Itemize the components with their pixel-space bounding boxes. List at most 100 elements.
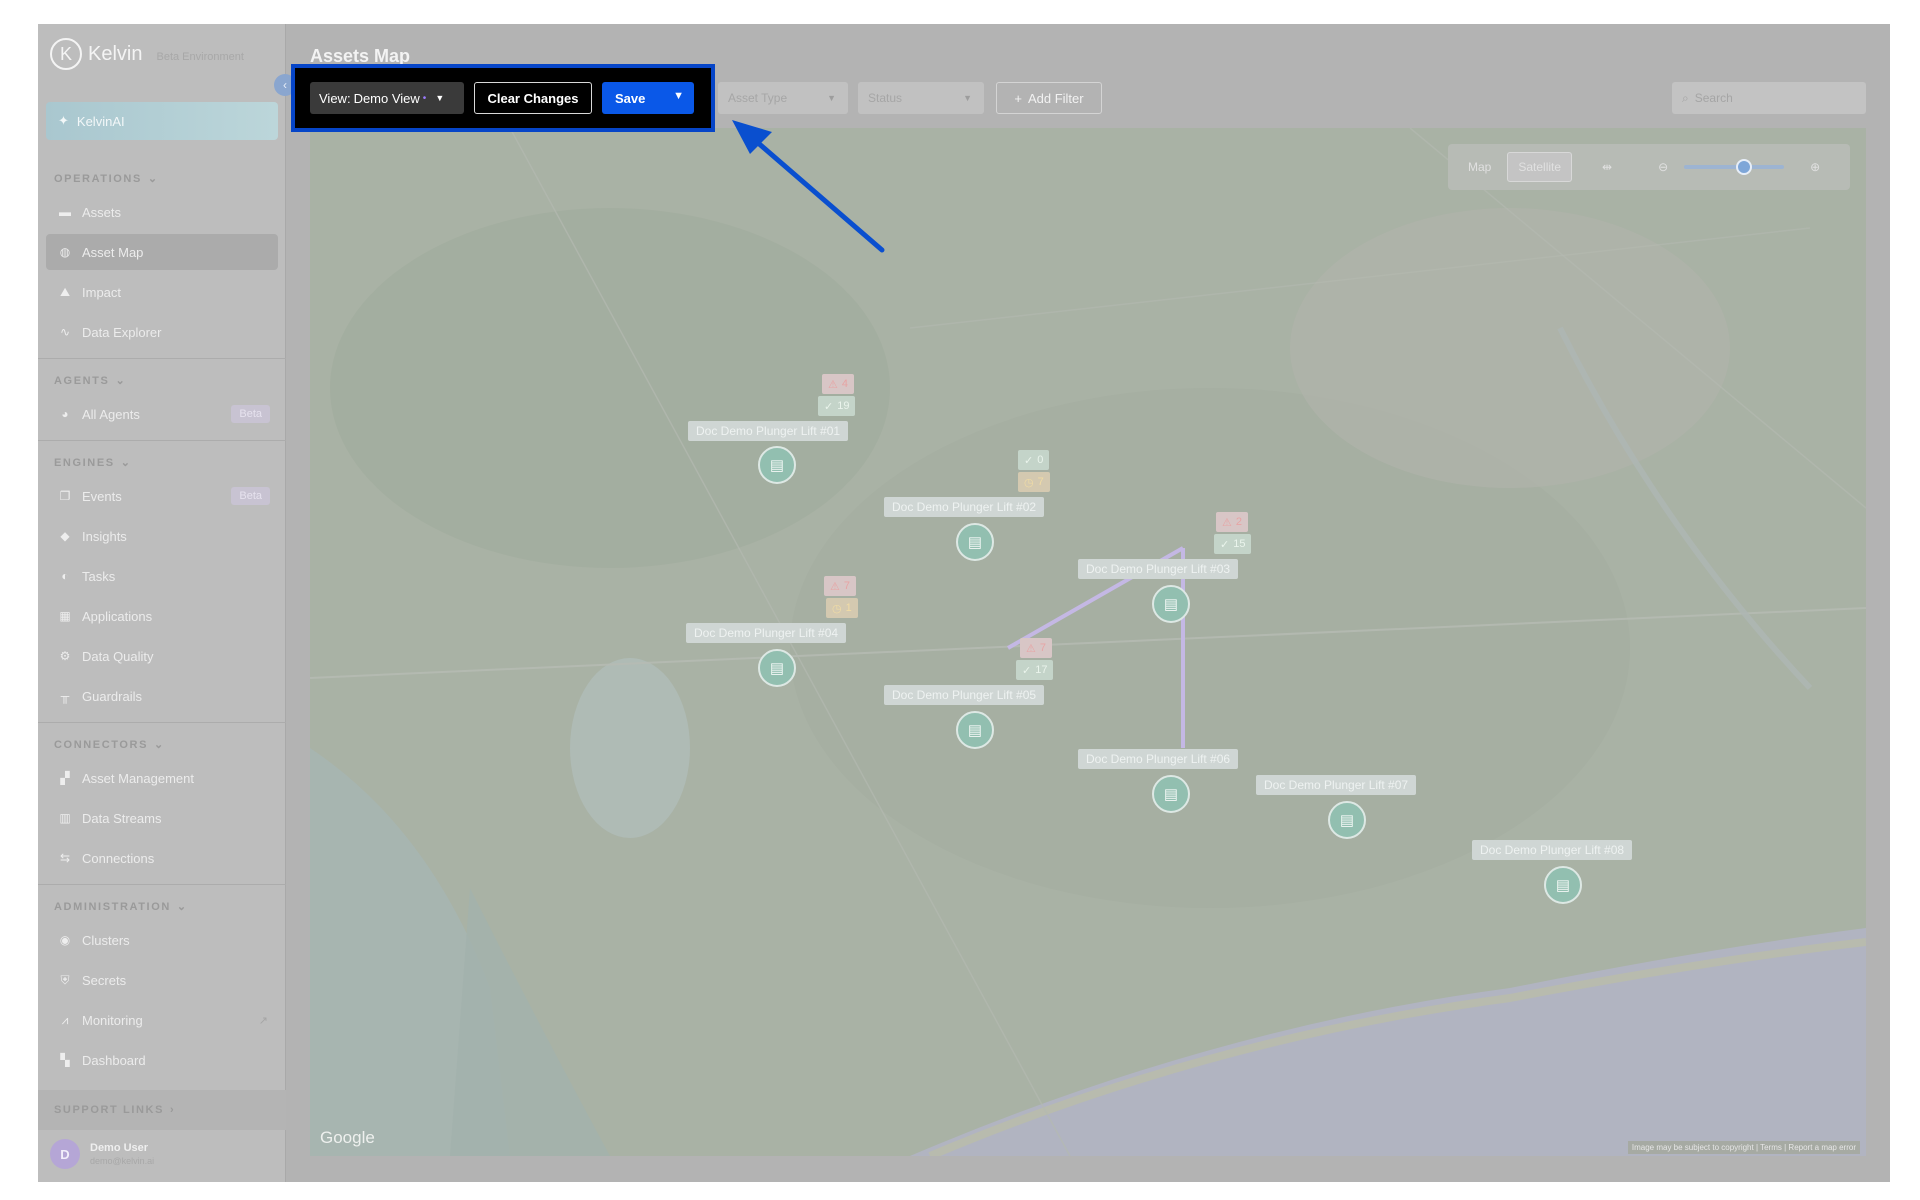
- alerts-badge[interactable]: ⚠ 7: [1020, 638, 1052, 658]
- kelvin-logo-icon: K: [50, 38, 82, 70]
- sidebar-item-label: Asset Map: [82, 244, 144, 260]
- caret-down-icon: ▼: [963, 93, 972, 103]
- sidebar-item-tasks[interactable]: ◐ Tasks: [46, 558, 278, 594]
- sparkle-icon: ✦: [58, 113, 69, 128]
- sidebar-item-asset-map[interactable]: ◍ Asset Map: [46, 234, 278, 270]
- sidebar-item-assets[interactable]: ▬ Assets: [46, 194, 278, 230]
- section-engines[interactable]: ENGINES ⌄: [54, 456, 132, 470]
- map-controls: Map Satellite ⇹ ⊖ ⊕: [1448, 144, 1850, 190]
- alerts-count: 2: [1235, 516, 1242, 528]
- section-administration[interactable]: ADMINISTRATION ⌄: [54, 900, 188, 914]
- asset-label[interactable]: Doc Demo Plunger Lift #02: [884, 497, 1045, 517]
- satellite-view-button[interactable]: Satellite: [1507, 152, 1573, 182]
- alerts-badge[interactable]: ⚠ 7: [824, 576, 856, 596]
- fit-bounds-icon[interactable]: ⇹: [1592, 152, 1622, 182]
- sidebar-item-monitoring[interactable]: ⩘ Monitoring ↗: [46, 1002, 278, 1038]
- chevron-down-icon: ⌄: [147, 173, 159, 185]
- sidebar-item-insights[interactable]: ◆ Insights: [46, 518, 278, 554]
- asset-pin[interactable]: ▤: [956, 523, 994, 561]
- dashboard-icon: ▚: [60, 1053, 70, 1067]
- asset-label[interactable]: Doc Demo Plunger Lift #04: [686, 623, 847, 643]
- sidebar-item-clusters[interactable]: ◉ Clusters: [46, 922, 278, 958]
- sidebar-item-secrets[interactable]: ⛨ Secrets: [46, 962, 278, 998]
- sidebar-item-connections[interactable]: ⇆ Connections: [46, 840, 278, 876]
- asset-label[interactable]: Doc Demo Plunger Lift #01: [688, 421, 849, 441]
- sidebar-item-data-explorer[interactable]: ∿ Data Explorer: [46, 314, 278, 350]
- sidebar-item-data-streams[interactable]: ▥ Data Streams: [46, 800, 278, 836]
- tag-icon: ◆: [60, 529, 70, 543]
- asset-pin[interactable]: ▤: [1152, 775, 1190, 813]
- support-links[interactable]: SUPPORT LINKS ›: [38, 1090, 286, 1130]
- sidebar-item-label: Data Explorer: [82, 324, 162, 340]
- sidebar-item-guardrails[interactable]: ╥ Guardrails: [46, 678, 278, 714]
- sidebar-item-dashboard[interactable]: ▚ Dashboard: [46, 1042, 278, 1078]
- sidebar-item-impact[interactable]: ⛰ Impact: [46, 274, 278, 310]
- asset-label[interactable]: Doc Demo Plunger Lift #07: [1256, 775, 1417, 795]
- sidebar-item-label: Secrets: [82, 972, 127, 988]
- asset-pin[interactable]: ▤: [1544, 866, 1582, 904]
- sidebar-item-all-agents[interactable]: ◕ All Agents Beta: [46, 396, 278, 432]
- asset-map[interactable]: Map Satellite ⇹ ⊖ ⊕ ⚠ 4 ✓ 19 Doc Demo Plun…: [310, 128, 1866, 1156]
- asset-pin[interactable]: ▤: [1328, 801, 1366, 839]
- caret-down-icon[interactable]: ▼: [673, 90, 684, 102]
- sidebar-item-label: Impact: [82, 284, 122, 300]
- asset-type-label: Asset Type: [728, 91, 788, 105]
- warning-badge[interactable]: ◷ 1: [826, 598, 858, 618]
- zoom-out-icon[interactable]: ⊖: [1648, 152, 1678, 182]
- sidebar-item-label: Tasks: [82, 568, 116, 584]
- ok-badge[interactable]: ✓ 19: [818, 396, 856, 416]
- map-view-button[interactable]: Map: [1458, 152, 1501, 182]
- zoom-slider-knob[interactable]: [1736, 159, 1753, 175]
- gear-icon: ⚙: [59, 649, 71, 663]
- search-placeholder: Search: [1694, 91, 1733, 105]
- ok-badge[interactable]: ✓ 17: [1016, 660, 1054, 680]
- clear-changes-button[interactable]: Clear Changes: [474, 82, 592, 114]
- alerts-badge[interactable]: ⚠ 4: [822, 374, 854, 394]
- warning-badge[interactable]: ◷ 7: [1018, 472, 1050, 492]
- ok-badge[interactable]: ✓ 15: [1214, 534, 1252, 554]
- view-name: Demo View: [353, 90, 420, 106]
- asset-label[interactable]: Doc Demo Plunger Lift #08: [1472, 840, 1633, 860]
- alerts-badge[interactable]: ⚠ 2: [1216, 512, 1248, 532]
- sidebar-item-label: Data Quality: [82, 648, 154, 664]
- sidebar-item-events[interactable]: ❐ Events Beta: [46, 478, 278, 514]
- kelvin-logo[interactable]: K Kelvin Beta Environment: [50, 38, 244, 70]
- section-operations[interactable]: OPERATIONS ⌄: [54, 172, 159, 186]
- zoom-in-icon[interactable]: ⊕: [1800, 152, 1830, 182]
- save-button[interactable]: Save ▼: [602, 82, 694, 114]
- asset-type-filter[interactable]: Asset Type ▼: [718, 82, 848, 114]
- check-icon: ✓: [824, 400, 834, 413]
- alerts-count: 7: [843, 580, 850, 592]
- kelvin-ai-button[interactable]: ✦ KelvinAI: [46, 102, 278, 140]
- asset-label[interactable]: Doc Demo Plunger Lift #03: [1078, 559, 1239, 579]
- asset-label[interactable]: Doc Demo Plunger Lift #06: [1078, 749, 1239, 769]
- search-input[interactable]: ⌕ Search: [1672, 82, 1866, 114]
- map-terrain: [310, 128, 1866, 1156]
- add-filter-button[interactable]: + Add Filter: [996, 82, 1102, 114]
- section-agents[interactable]: AGENTS ⌄: [54, 374, 126, 388]
- unsaved-dot-icon: •: [422, 92, 427, 104]
- asset-pin[interactable]: ▤: [758, 446, 796, 484]
- map-attribution[interactable]: Image may be subject to copyright | Term…: [1627, 1141, 1860, 1154]
- assets-icon: ▬: [59, 205, 71, 219]
- section-connectors[interactable]: CONNECTORS ⌄: [54, 738, 165, 752]
- guardrail-icon: ╥: [60, 689, 70, 703]
- asset-icon: ▤: [1339, 812, 1355, 829]
- asset-pin[interactable]: ▤: [758, 649, 796, 687]
- sidebar-item-asset-management[interactable]: ▞ Asset Management: [46, 760, 278, 796]
- view-selector[interactable]: View: Demo View • ▼: [310, 82, 464, 114]
- asset-label[interactable]: Doc Demo Plunger Lift #05: [884, 685, 1045, 705]
- status-filter[interactable]: Status ▼: [858, 82, 984, 114]
- section-support: SUPPORT LINKS ›: [54, 1104, 175, 1116]
- sidebar-item-applications[interactable]: ▦ Applications: [46, 598, 278, 634]
- agent-icon: ◕: [61, 407, 69, 421]
- asset-pin[interactable]: ▤: [1152, 585, 1190, 623]
- asset-pin[interactable]: ▤: [956, 711, 994, 749]
- check-icon: ✓: [1024, 454, 1034, 467]
- user-menu[interactable]: D Demo User demo@kelvin.ai: [50, 1139, 154, 1169]
- sidebar-item-label: Monitoring: [82, 1012, 143, 1028]
- app-window: K Kelvin Beta Environment ✦ KelvinAI OPE…: [38, 24, 1890, 1182]
- zoom-slider[interactable]: [1684, 159, 1785, 175]
- sidebar-item-data-quality[interactable]: ⚙ Data Quality: [46, 638, 278, 674]
- ok-badge[interactable]: ✓ 0: [1018, 450, 1050, 470]
